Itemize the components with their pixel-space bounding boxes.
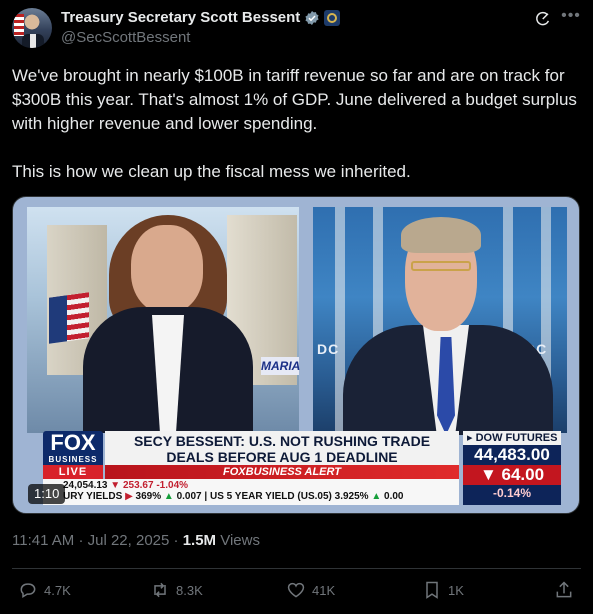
tweet-paragraph: We've brought in nearly $100B in tariff …	[12, 66, 577, 133]
like-button[interactable]: 41K	[286, 580, 335, 600]
tweet-date[interactable]: Jul 22, 2025	[88, 532, 170, 549]
tweet-meta: 11:41 AM · Jul 22, 2025 · 1.5M Views	[12, 532, 260, 549]
dow-futures-box: ▸ DOW FUTURES 44,483.00 ▼ 64.00 -0.14%	[463, 431, 561, 505]
bookmark-button[interactable]: 1K	[422, 580, 464, 600]
alert-bar: FOXBUSINESS ALERT	[105, 465, 459, 479]
live-badge: LIVE	[43, 465, 103, 479]
tweet-text: We've brought in nearly $100B in tariff …	[12, 64, 582, 208]
more-options-icon[interactable]: •••	[561, 8, 581, 29]
american-flag	[49, 292, 89, 344]
tweet-header: Treasury Secretary Scott Bessent @SecSco…	[12, 6, 581, 50]
action-bar: 4.7K 8.3K 41K 1K	[18, 580, 578, 604]
grok-icon[interactable]	[533, 10, 551, 28]
video-duration: 1:10	[28, 484, 66, 504]
dc-label: DC	[317, 341, 340, 357]
repost-count: 8.3K	[176, 582, 203, 598]
repost-button[interactable]: 8.3K	[150, 580, 203, 600]
verified-badge-icon[interactable]	[304, 10, 320, 26]
futures-label: ▸ DOW FUTURES	[463, 431, 561, 445]
like-count: 41K	[312, 582, 336, 598]
avatar[interactable]	[12, 8, 52, 48]
tweet-paragraph: This is how we clean up the fiscal mess …	[12, 162, 411, 181]
divider	[12, 568, 581, 569]
share-button[interactable]	[554, 580, 574, 600]
futures-value: 44,483.00	[474, 445, 550, 464]
author-row: Treasury Secretary Scott Bessent	[61, 9, 341, 26]
reply-button[interactable]: 4.7K	[18, 580, 71, 600]
glasses	[411, 261, 471, 271]
views-count: 1.5M	[182, 532, 217, 549]
author-handle[interactable]: @SecScottBessent	[61, 29, 190, 46]
reply-count: 4.7K	[44, 582, 71, 598]
market-ticker: 24,054.13 ▼ 253.67 -1.04% URY YIELDS ▶ 3…	[43, 479, 459, 505]
tweet-time[interactable]: 11:41 AM	[12, 532, 74, 549]
studio-sign: MARIA	[261, 357, 301, 375]
bookmark-icon	[426, 581, 438, 599]
bookmark-count: 1K	[448, 582, 464, 598]
futures-percent: -0.14%	[492, 486, 532, 500]
author-name[interactable]: Treasury Secretary Scott Bessent	[61, 9, 300, 26]
futures-change: ▼ 64.00	[463, 465, 561, 485]
reply-icon	[20, 583, 36, 598]
lower-third: FOX BUSINESS LIVE SECY BESSENT: U.S. NOT…	[27, 427, 571, 507]
government-affiliation-icon[interactable]	[324, 9, 341, 26]
share-icon	[556, 581, 572, 598]
views-label: Views	[220, 532, 260, 549]
chyron-headline: SECY BESSENT: U.S. NOT RUSHING TRADE DEA…	[105, 431, 459, 465]
heart-icon	[287, 582, 305, 598]
repost-icon	[154, 582, 166, 598]
video-player[interactable]: MARIA DC DC FOX BUSINESS LIVE SECY BESSE…	[12, 196, 580, 514]
